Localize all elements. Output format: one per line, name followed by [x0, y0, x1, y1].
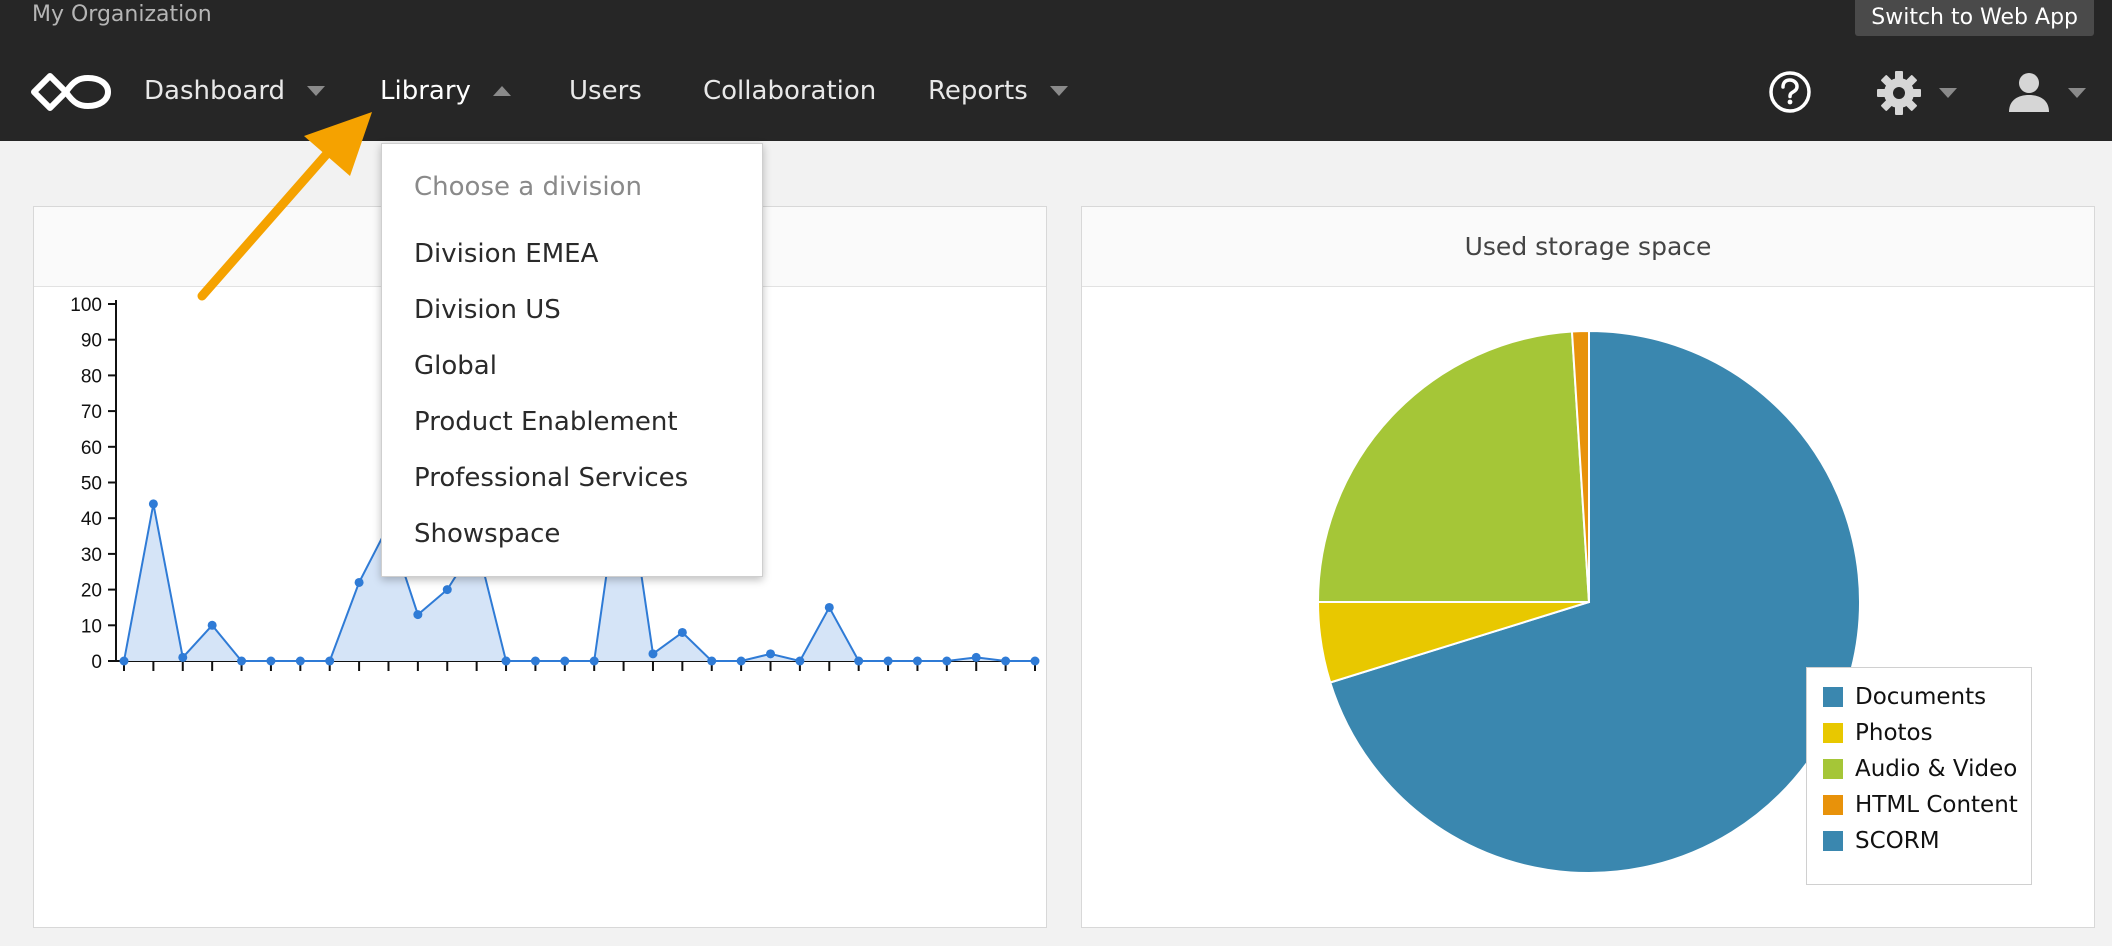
annotation-arrow-icon	[197, 112, 372, 301]
